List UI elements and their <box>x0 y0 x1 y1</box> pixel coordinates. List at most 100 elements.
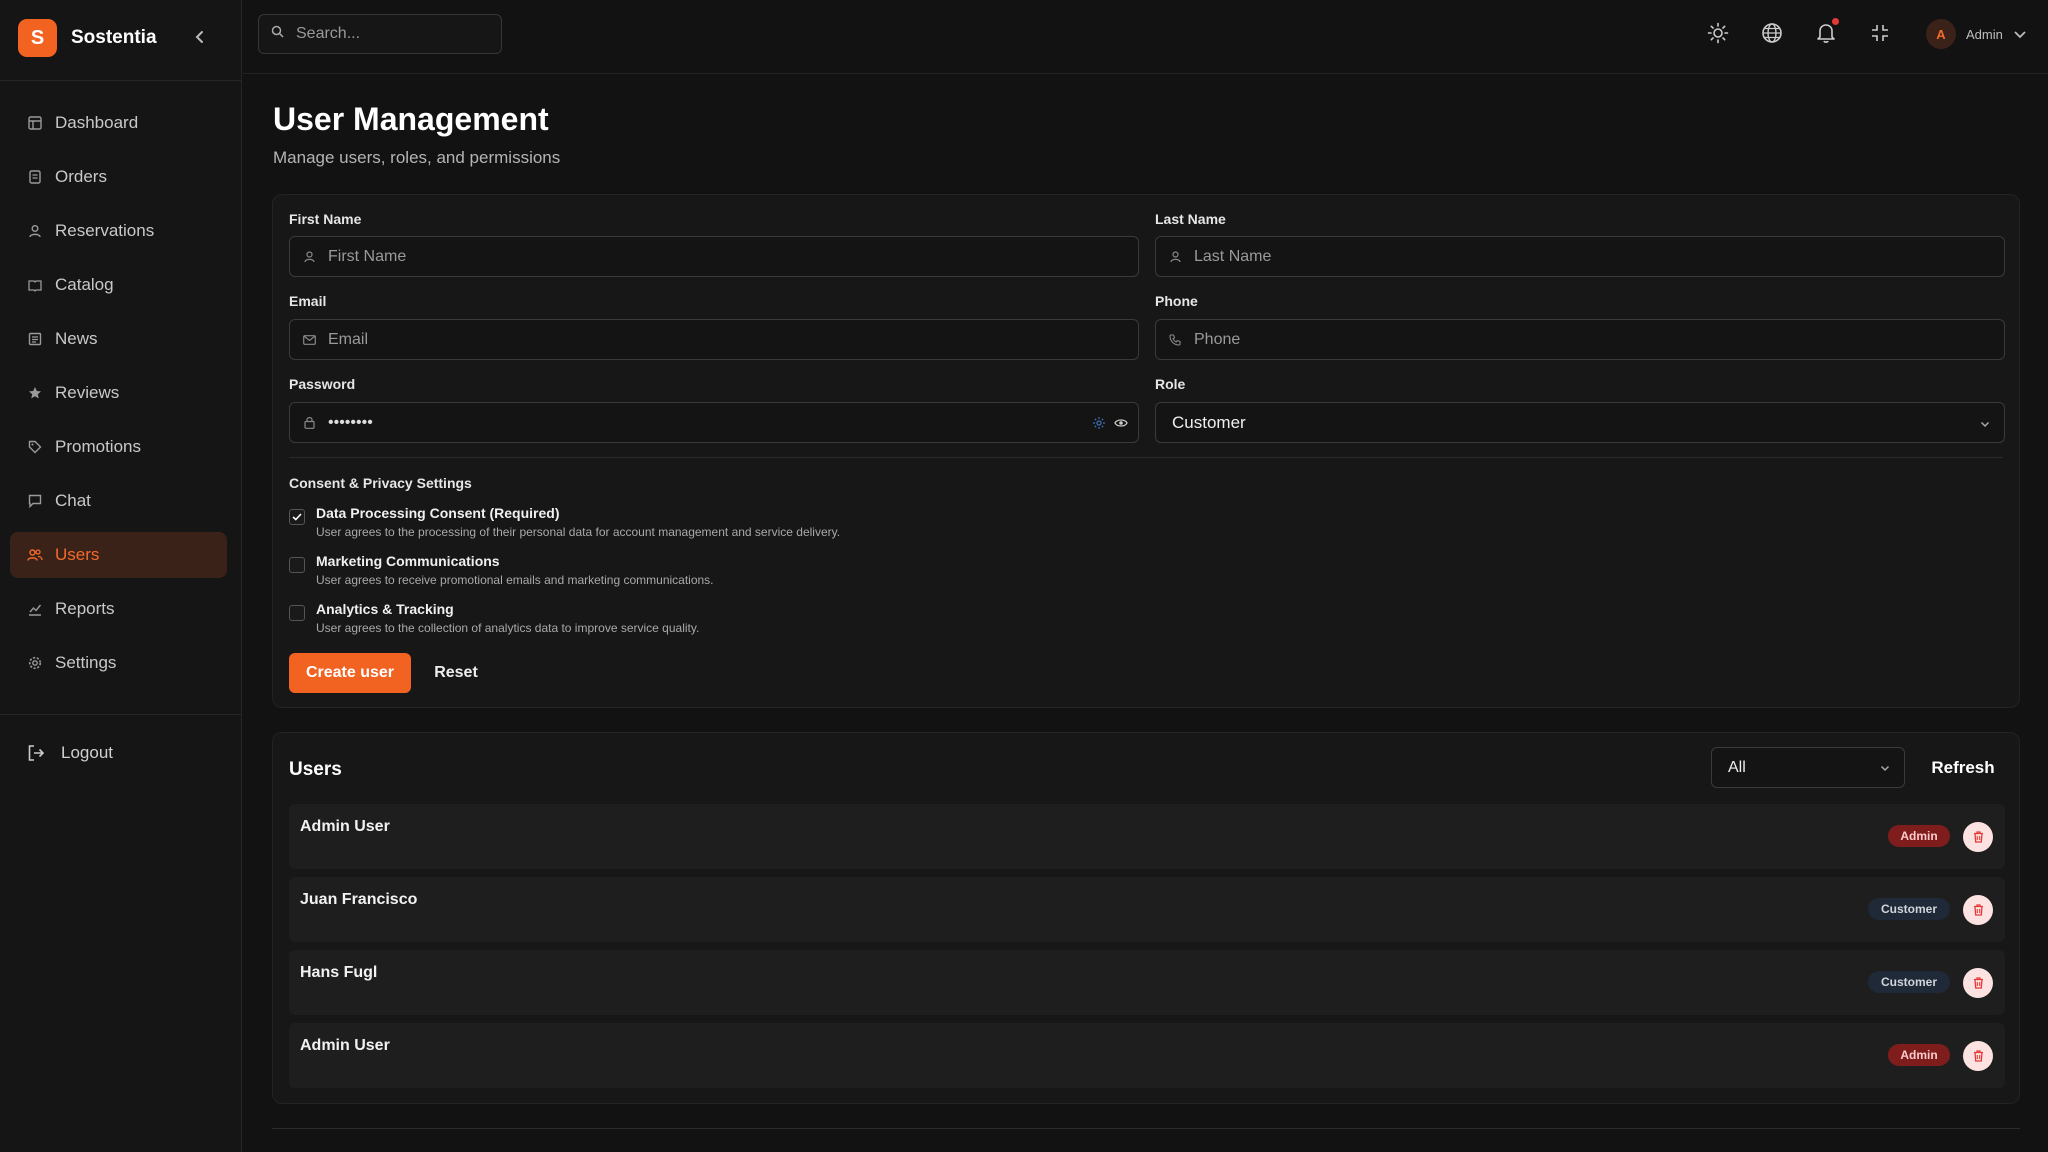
sidebar-item-label: Chat <box>55 491 91 510</box>
search-box[interactable] <box>258 14 502 54</box>
consent-checkbox-data-processing[interactable] <box>289 509 305 525</box>
sidebar-item-reports[interactable]: Reports <box>10 586 227 632</box>
consent-section-title: Consent & Privacy Settings <box>289 475 472 491</box>
create-user-form: First Name Last Name Email Phone Passwor… <box>272 194 2020 708</box>
delete-user-button[interactable] <box>1963 822 1993 852</box>
password-field[interactable] <box>289 402 1139 443</box>
refresh-button[interactable]: Refresh <box>1923 751 2003 784</box>
collapse-sidebar-button[interactable] <box>190 27 210 47</box>
role-filter-select[interactable]: All <box>1711 747 1905 788</box>
first-name-field[interactable] <box>289 236 1139 277</box>
logout-icon <box>27 743 47 763</box>
first-name-input[interactable] <box>328 247 1138 266</box>
star-icon <box>27 385 43 401</box>
dashboard-icon <box>27 115 43 131</box>
page-title: User Management <box>273 101 549 137</box>
phone-icon <box>1168 333 1182 347</box>
chat-icon <box>27 493 43 509</box>
gear-icon <box>27 655 43 671</box>
tag-icon <box>27 439 43 455</box>
last-name-input[interactable] <box>1194 247 2004 266</box>
sidebar-item-label: Reviews <box>55 383 120 402</box>
brand[interactable]: S Sostentia <box>18 19 157 57</box>
sidebar-item-label: Catalog <box>55 275 114 294</box>
show-password-icon[interactable] <box>1114 418 1128 428</box>
brand-logo: S <box>18 19 57 57</box>
role-badge: Admin <box>1888 825 1950 847</box>
sidebar-item-settings[interactable]: Settings <box>10 640 227 686</box>
language-button[interactable] <box>1759 20 1785 46</box>
consent-description: User agrees to receive promotional email… <box>316 573 714 587</box>
brand-name: Sostentia <box>71 27 157 48</box>
chevron-down-icon <box>1880 759 1890 777</box>
sidebar-item-reviews[interactable]: Reviews <box>10 370 227 416</box>
page-subtitle: Manage users, roles, and permissions <box>273 148 561 167</box>
trash-icon <box>1973 831 1983 843</box>
bell-icon <box>1817 24 1835 43</box>
table-row[interactable]: Hans Fugl Customer <box>289 950 2005 1015</box>
search-input[interactable] <box>296 25 486 43</box>
notifications-button[interactable] <box>1813 18 1839 46</box>
role-select[interactable]: Customer <box>1155 402 2005 443</box>
password-label: Password <box>289 376 356 392</box>
create-user-button[interactable]: Create user <box>289 653 411 693</box>
user-menu[interactable]: A Admin <box>1926 19 2027 49</box>
sidebar-item-chat[interactable]: Chat <box>10 478 227 524</box>
sidebar: S Sostentia Dashboard Orders Reservation… <box>0 0 242 1152</box>
consent-data-processing: Data Processing Consent (Required) User … <box>289 505 840 539</box>
last-name-field[interactable] <box>1155 236 2005 277</box>
sidebar-item-catalog[interactable]: Catalog <box>10 262 227 308</box>
user-icon <box>302 250 316 264</box>
fullscreen-button[interactable] <box>1867 20 1893 46</box>
page-bottom-divider <box>272 1128 2020 1129</box>
sidebar-item-reservations[interactable]: Reservations <box>10 208 227 254</box>
email-field[interactable] <box>289 319 1139 360</box>
table-row[interactable]: Admin User Admin <box>289 804 2005 869</box>
trash-icon <box>1973 1050 1983 1062</box>
email-input[interactable] <box>328 330 1138 349</box>
logout-label: Logout <box>61 743 113 762</box>
phone-field[interactable] <box>1155 319 2005 360</box>
consent-analytics: Analytics & Tracking User agrees to the … <box>289 601 699 635</box>
sidebar-item-dashboard[interactable]: Dashboard <box>10 100 227 146</box>
delete-user-button[interactable] <box>1963 968 1993 998</box>
sidebar-item-orders[interactable]: Orders <box>10 154 227 200</box>
password-tools <box>1084 416 1128 430</box>
user-row-name: Hans Fugl <box>300 964 378 981</box>
logout-button[interactable]: Logout <box>27 740 113 766</box>
sun-icon <box>1707 22 1729 44</box>
chevron-down-icon <box>2013 29 2027 39</box>
user-icon <box>1168 250 1182 264</box>
role-label: Role <box>1155 376 1186 392</box>
search-icon <box>271 25 284 43</box>
user-row-name: Juan Francisco <box>300 891 418 908</box>
users-list: Users All Refresh Admin User Admin Juan … <box>272 732 2020 1104</box>
theme-toggle-button[interactable] <box>1705 20 1731 46</box>
globe-icon <box>1762 23 1782 43</box>
table-row[interactable]: Juan Francisco Customer <box>289 877 2005 942</box>
delete-user-button[interactable] <box>1963 895 1993 925</box>
sidebar-divider <box>0 714 242 715</box>
email-label: Email <box>289 293 327 309</box>
sidebar-item-label: Settings <box>55 653 117 672</box>
role-badge: Admin <box>1888 1044 1950 1066</box>
table-row[interactable]: Admin User Admin <box>289 1023 2005 1088</box>
sidebar-item-news[interactable]: News <box>10 316 227 362</box>
user-row-name: Admin User <box>300 818 390 835</box>
last-name-label: Last Name <box>1155 211 1226 227</box>
role-badge: Customer <box>1868 971 1950 993</box>
sidebar-item-promotions[interactable]: Promotions <box>10 424 227 470</box>
sidebar-item-label: Users <box>55 545 100 564</box>
password-input[interactable] <box>328 413 1084 432</box>
first-name-label: First Name <box>289 211 362 227</box>
consent-checkbox-analytics[interactable] <box>289 605 305 621</box>
check-icon <box>292 513 302 521</box>
reset-button[interactable]: Reset <box>426 653 486 693</box>
delete-user-button[interactable] <box>1963 1041 1993 1071</box>
consent-checkbox-marketing[interactable] <box>289 557 305 573</box>
phone-input[interactable] <box>1194 330 2004 349</box>
chevron-left-icon <box>195 31 203 43</box>
generate-password-icon[interactable] <box>1092 416 1106 430</box>
sidebar-item-label: Promotions <box>55 437 141 456</box>
sidebar-item-users[interactable]: Users <box>10 532 227 578</box>
